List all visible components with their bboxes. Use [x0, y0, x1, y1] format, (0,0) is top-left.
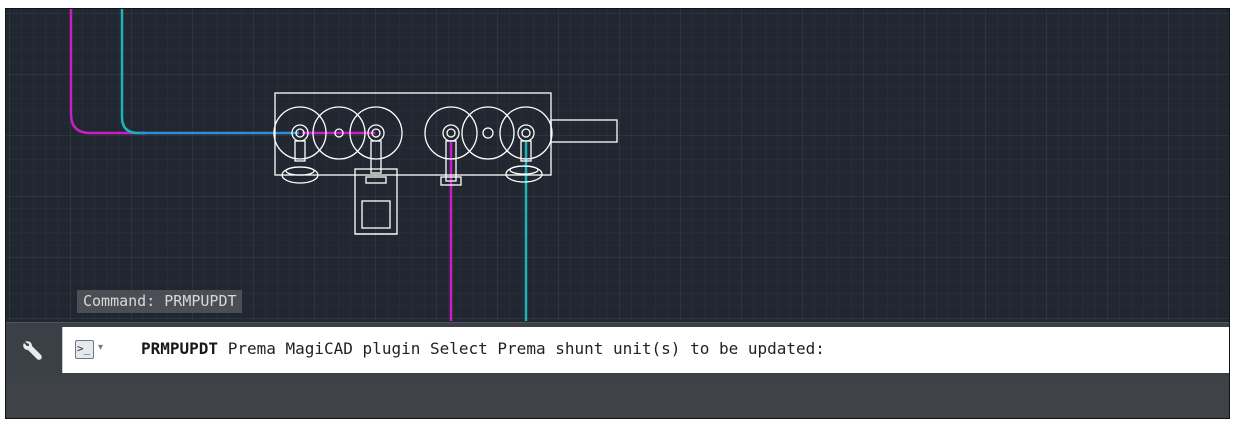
command-history-line: Command: PRMPUPDT	[77, 290, 242, 313]
command-input[interactable]: >_ ▾ PRMPUPDT Prema MagiCAD plugin Selec…	[62, 327, 1229, 373]
wrench-icon[interactable]	[20, 338, 46, 364]
command-prompt-text: PRMPUPDT Prema MagiCAD plugin Select Pre…	[141, 338, 825, 360]
command-line-bar: >_ ▾ PRMPUPDT Prema MagiCAD plugin Selec…	[6, 322, 1229, 377]
chevron-down-icon[interactable]: ▾	[98, 339, 103, 357]
prompt-symbol: >_	[77, 342, 91, 355]
command-name: PRMPUPDT	[141, 339, 219, 358]
prompt-message: Prema MagiCAD plugin Select Prema shunt …	[218, 339, 825, 358]
drawing-canvas[interactable]: Command: PRMPUPDT	[6, 9, 1229, 321]
autocad-window: Command: PRMPUPDT >_ ▾ PRMPUPDT Prema Ma…	[6, 9, 1229, 418]
command-prompt-icon[interactable]: >_	[75, 340, 94, 359]
grid-major	[6, 9, 1229, 321]
drawing-svg[interactable]	[6, 9, 1229, 321]
status-bar	[6, 377, 1229, 418]
